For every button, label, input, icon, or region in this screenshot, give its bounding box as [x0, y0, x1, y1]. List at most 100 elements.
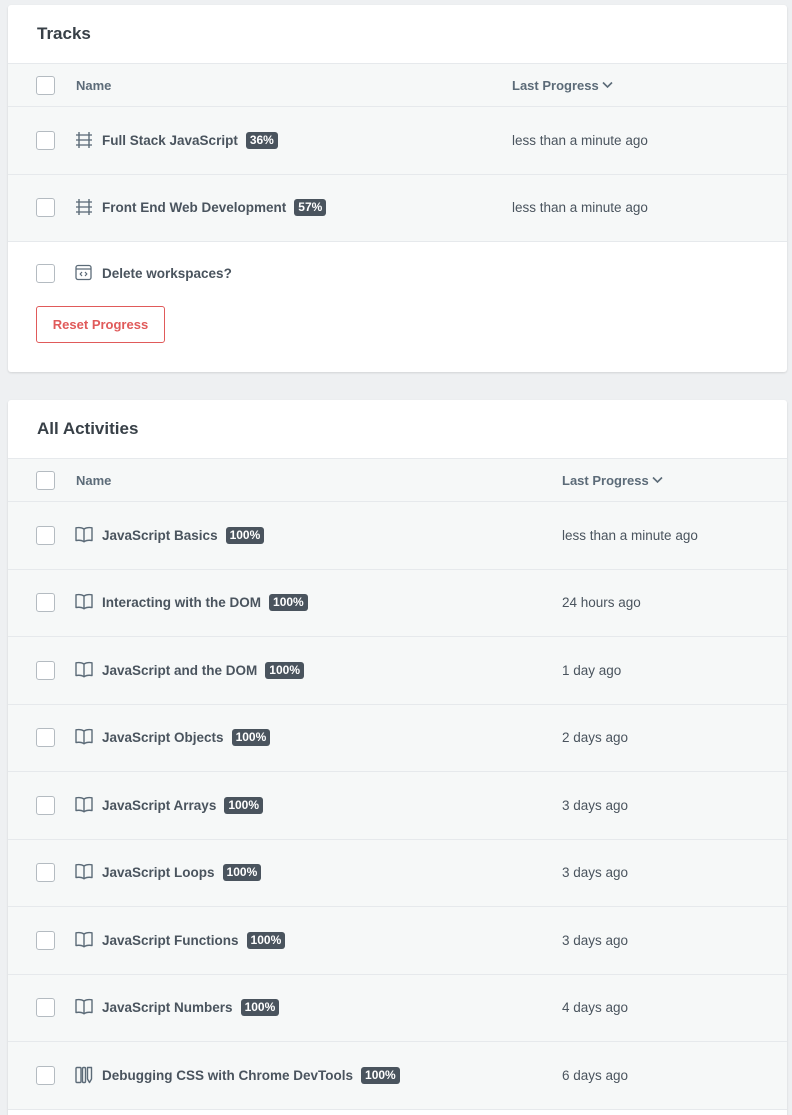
- tracks-header-row: Name Last Progress: [8, 64, 787, 107]
- row-name-cell: Interacting with the DOM 100%: [75, 593, 308, 612]
- workspace-icon: [75, 264, 94, 283]
- last-progress-time: 3 days ago: [562, 932, 629, 948]
- row-name-cell: JavaScript Functions 100%: [75, 931, 286, 950]
- table-row: JavaScript Basics 100% less than a minute …: [8, 502, 787, 570]
- delete-workspaces-checkbox[interactable]: [36, 263, 55, 283]
- last-progress-label: Last Progress: [512, 77, 599, 93]
- progress-badge: 100%: [240, 999, 280, 1017]
- last-progress-time: less than a minute ago: [562, 527, 698, 543]
- table-row: Front End Web Development 57% less than a …: [8, 174, 787, 242]
- name-column-header: Name: [76, 472, 112, 488]
- delete-workspaces-label[interactable]: Delete workspaces?: [102, 266, 232, 281]
- book-icon: [75, 526, 94, 545]
- table-row: JavaScript Numbers 100% 4 days ago: [8, 974, 787, 1042]
- last-progress-sort[interactable]: Last Progress: [512, 78, 613, 93]
- table-row: Full Stack JavaScript 36% less than a minu…: [8, 107, 787, 175]
- row-name[interactable]: Debugging CSS with Chrome DevTools: [102, 1068, 353, 1083]
- row-name-cell: JavaScript Loops 100%: [75, 863, 262, 882]
- row-name-cell: JavaScript Basics 100%: [75, 526, 265, 545]
- row-checkbox[interactable]: [36, 198, 55, 218]
- row-checkbox[interactable]: [36, 660, 55, 680]
- row-name[interactable]: JavaScript Objects: [102, 730, 224, 745]
- row-checkbox[interactable]: [36, 593, 55, 613]
- row-name[interactable]: JavaScript and the DOM: [102, 663, 257, 678]
- progress-badge: 100%: [361, 1066, 400, 1084]
- last-progress-time: less than a minute ago: [512, 132, 648, 148]
- track-icon: [75, 131, 94, 150]
- activities-title: All Activities: [8, 400, 787, 459]
- book-icon: [75, 998, 94, 1017]
- book-icon: [75, 931, 94, 950]
- last-progress-time: 4 days ago: [562, 1000, 629, 1016]
- table-row: Debugging CSS with Chrome DevTools 100% 6 …: [8, 1042, 787, 1110]
- last-progress-time: 2 days ago: [562, 730, 629, 746]
- progress-badge: 100%: [225, 526, 265, 544]
- book-icon: [75, 593, 94, 612]
- table-row: Interacting with the DOM 100% 24 hours ago: [8, 569, 787, 637]
- last-progress-time: 3 days ago: [562, 865, 629, 881]
- row-checkbox[interactable]: [36, 1065, 55, 1085]
- tracks-card: Tracks Name Last Progress Full Stack Jav…: [8, 5, 787, 372]
- row-checkbox[interactable]: [36, 998, 55, 1018]
- book-icon: [75, 661, 94, 680]
- row-name-cell: JavaScript and the DOM 100%: [75, 661, 304, 680]
- activities-card: All Activities Name Last Progress JavaSc…: [8, 400, 787, 1115]
- progress-badge: 36%: [245, 131, 278, 149]
- last-progress-time: 1 day ago: [562, 662, 622, 678]
- row-checkbox[interactable]: [36, 525, 55, 545]
- table-row: JavaScript and the DOM 100% 1 day ago: [8, 637, 787, 705]
- row-checkbox[interactable]: [36, 130, 55, 150]
- row-name-cell: JavaScript Objects 100%: [75, 728, 271, 747]
- table-row: JavaScript Objects 100% 2 days ago: [8, 704, 787, 772]
- book-icon: [75, 728, 94, 747]
- progress-badge: 57%: [294, 199, 327, 217]
- last-progress-time: 6 days ago: [562, 1067, 629, 1083]
- row-name-cell: JavaScript Numbers 100%: [75, 998, 280, 1017]
- select-all-activities-checkbox[interactable]: [36, 470, 55, 490]
- book-icon: [75, 863, 94, 882]
- activities-list: JavaScript Basics 100% less than a minute …: [8, 502, 787, 1110]
- last-progress-label: Last Progress: [562, 472, 649, 488]
- row-name-cell: JavaScript Arrays 100%: [75, 796, 264, 815]
- row-checkbox[interactable]: [36, 863, 55, 883]
- row-name[interactable]: JavaScript Numbers: [102, 1000, 233, 1015]
- last-progress-sort[interactable]: Last Progress: [562, 473, 663, 488]
- table-row: JavaScript Functions 100% 3 days ago: [8, 907, 787, 975]
- row-checkbox[interactable]: [36, 728, 55, 748]
- activities-header-row: Name Last Progress: [8, 459, 787, 502]
- progress-badge: 100%: [246, 931, 286, 949]
- table-row: JavaScript Loops 100% 3 days ago: [8, 839, 787, 907]
- delete-workspaces-row: Delete workspaces?: [8, 242, 787, 304]
- row-name[interactable]: Full Stack JavaScript: [102, 133, 238, 148]
- progress-badge: 100%: [231, 729, 271, 747]
- select-all-tracks-checkbox[interactable]: [36, 75, 55, 95]
- book-icon: [75, 796, 94, 815]
- progress-badge: 100%: [269, 594, 308, 612]
- row-name[interactable]: JavaScript Loops: [102, 865, 215, 880]
- progress-badge: 100%: [265, 661, 304, 679]
- last-progress-time: 24 hours ago: [562, 595, 641, 611]
- reset-progress-button[interactable]: Reset Progress: [36, 306, 165, 343]
- row-name[interactable]: Front End Web Development: [102, 200, 286, 215]
- name-column-header: Name: [76, 77, 112, 93]
- delete-workspaces-cell: Delete workspaces?: [75, 264, 232, 283]
- row-name[interactable]: Interacting with the DOM: [102, 595, 261, 610]
- row-name[interactable]: JavaScript Arrays: [102, 798, 216, 813]
- workshop-icon: [75, 1066, 94, 1085]
- row-name-cell: Debugging CSS with Chrome DevTools 100%: [75, 1066, 400, 1085]
- tracks-title: Tracks: [8, 5, 787, 64]
- row-name[interactable]: JavaScript Functions: [102, 933, 239, 948]
- chevron-down-icon: [602, 81, 613, 89]
- row-checkbox[interactable]: [36, 795, 55, 815]
- table-row: JavaScript Arrays 100% 3 days ago: [8, 772, 787, 840]
- row-checkbox[interactable]: [36, 930, 55, 950]
- tracks-list: Full Stack JavaScript 36% less than a minu…: [8, 107, 787, 242]
- progress-badge: 100%: [222, 864, 262, 882]
- last-progress-time: 3 days ago: [562, 797, 629, 813]
- row-name[interactable]: JavaScript Basics: [102, 528, 218, 543]
- last-progress-time: less than a minute ago: [512, 200, 648, 216]
- track-icon: [75, 198, 94, 217]
- row-name-cell: Front End Web Development 57%: [75, 198, 327, 217]
- progress-badge: 100%: [224, 796, 264, 814]
- chevron-down-icon: [652, 476, 663, 484]
